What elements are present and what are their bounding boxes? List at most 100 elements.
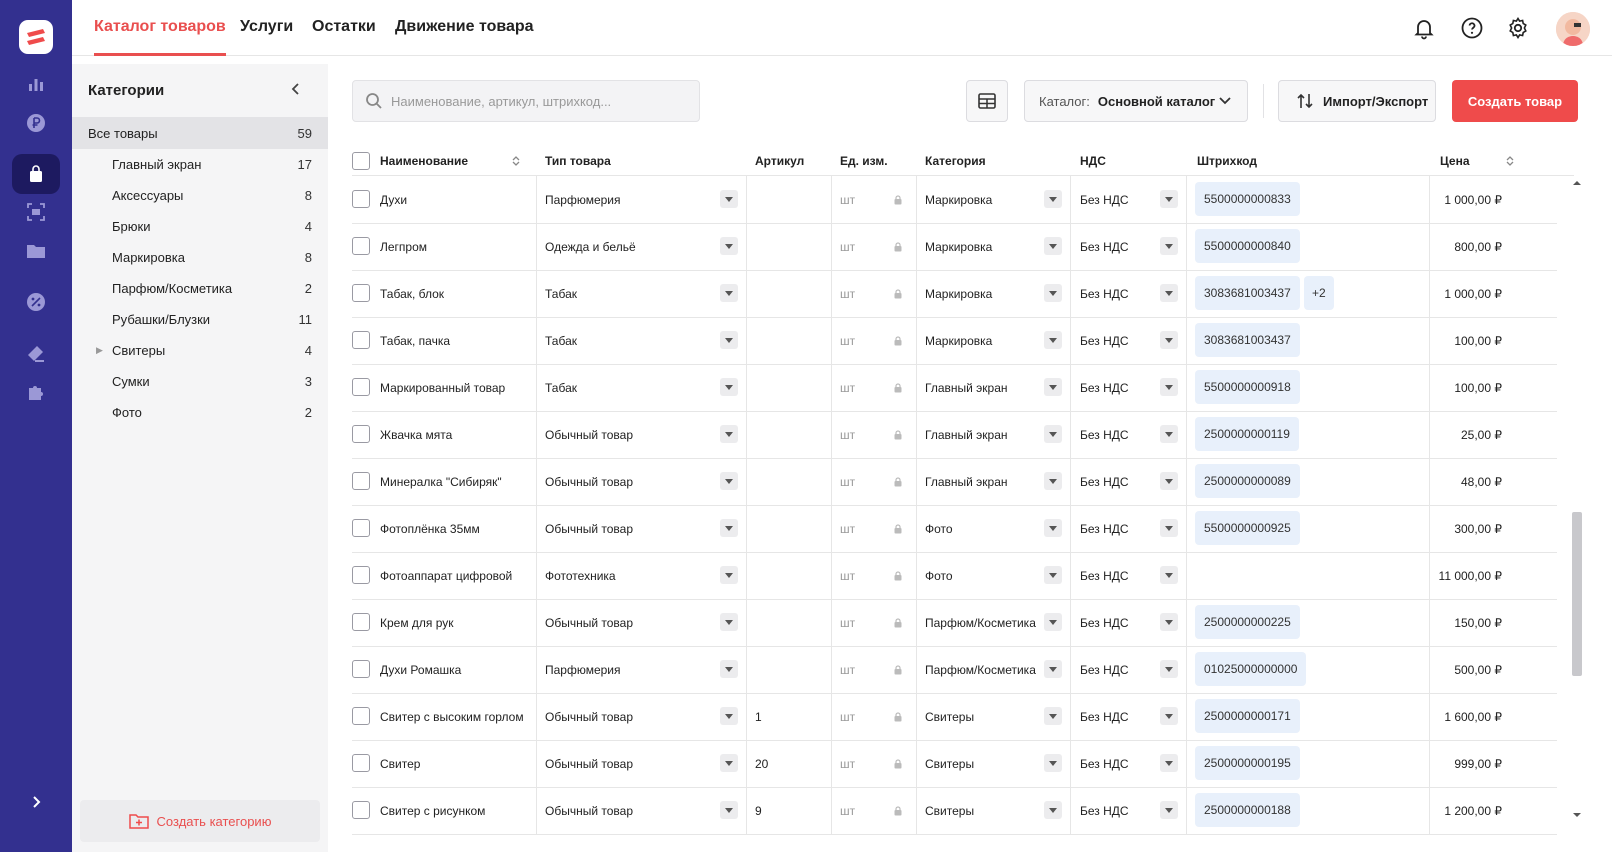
category-dropdown-icon[interactable] [1044,425,1062,443]
barcode-chip[interactable]: 2500000000119 [1195,417,1299,451]
table-row[interactable]: Фотоаппарат цифровой Фототехника шт Фото Без… [352,552,1557,600]
product-name[interactable]: Минералка "Сибиряк" [380,458,530,506]
select-all-checkbox[interactable] [352,152,370,170]
row-checkbox[interactable] [352,425,370,443]
row-checkbox[interactable] [352,566,370,584]
category-dropdown-icon[interactable] [1044,754,1062,772]
product-price[interactable]: 1 600,00 ₽ [1366,693,1516,741]
category-item[interactable]: Сумки 3 [72,365,328,397]
barcode-chip[interactable]: 5500000000918 [1195,370,1300,404]
ticket-icon[interactable] [12,333,60,373]
tab-catalog[interactable]: Каталог товаров [94,18,226,56]
type-dropdown-icon[interactable] [720,613,738,631]
category-item[interactable]: Рубашки/Блузки 11 [72,303,328,335]
type-dropdown-icon[interactable] [720,754,738,772]
table-row[interactable]: Свитер с рисунком Обычный товар 9 шт Свитеры… [352,787,1557,835]
product-name[interactable]: Свитер с рисунком [380,787,530,835]
expand-arrow-icon[interactable]: ▶ [96,345,103,356]
table-row[interactable]: Минералка "Сибиряк" Обычный товар шт Главны… [352,458,1557,506]
table-row[interactable]: Духи Ромашка Парфюмерия шт Парфюм/Косметика… [352,646,1557,694]
sort-icon[interactable] [512,155,520,167]
category-item[interactable]: Брюки 4 [72,210,328,242]
vat-dropdown-icon[interactable] [1160,190,1178,208]
row-checkbox[interactable] [352,519,370,537]
barcode-chip[interactable]: 2500000000089 [1195,464,1300,498]
barcode-chip[interactable]: 01025000000000 [1195,652,1307,686]
product-name[interactable]: Фотоаппарат цифровой [380,552,530,600]
product-price[interactable]: 300,00 ₽ [1366,505,1516,553]
vat-dropdown-icon[interactable] [1160,378,1178,396]
barcode-chip[interactable]: 2500000000171 [1195,699,1300,733]
scroll-up-icon[interactable] [1570,178,1584,188]
table-row[interactable]: Табак, пачка Табак шт Маркировка Без НДС 3083… [352,317,1557,365]
vat-dropdown-icon[interactable] [1160,613,1178,631]
type-dropdown-icon[interactable] [720,378,738,396]
tab-services[interactable]: Услуги [240,18,293,36]
barcode-chip[interactable]: 3083681003437 [1195,276,1300,310]
product-price[interactable]: 100,00 ₽ [1366,364,1516,412]
category-item[interactable]: Маркировка 8 [72,241,328,273]
type-dropdown-icon[interactable] [720,331,738,349]
category-item[interactable]: Аксессуары 8 [72,179,328,211]
product-price[interactable]: 800,00 ₽ [1366,223,1516,271]
category-item[interactable]: Все товары 59 [72,117,328,149]
logo-icon[interactable] [19,20,53,54]
type-dropdown-icon[interactable] [720,707,738,725]
table-row[interactable]: Свитер с высоким горлом Обычный товар 1 шт С… [352,693,1557,741]
barcode-more-chip[interactable]: +2 [1304,276,1334,310]
product-name[interactable]: Легпром [380,223,530,271]
product-sku[interactable]: 1 [755,693,762,741]
category-dropdown-icon[interactable] [1044,378,1062,396]
category-dropdown-icon[interactable] [1044,613,1062,631]
row-checkbox[interactable] [352,331,370,349]
discount-icon[interactable] [12,282,60,322]
category-item[interactable]: Главный экран 17 [72,148,328,180]
search-input[interactable] [391,93,681,109]
type-dropdown-icon[interactable] [720,660,738,678]
table-row[interactable]: Жвачка мята Обычный товар шт Главный экран Б… [352,411,1557,459]
avatar[interactable] [1556,12,1590,46]
chart-icon[interactable] [12,64,60,104]
create-category-button[interactable]: Создать категорию [80,800,320,842]
table-row[interactable]: Свитер Обычный товар 20 шт Свитеры Без НДС 250… [352,740,1557,788]
vat-dropdown-icon[interactable] [1160,472,1178,490]
category-item[interactable]: Фото 2 [72,396,328,428]
barcode-chip[interactable]: 5500000000925 [1195,511,1300,545]
table-scrollbar[interactable] [1570,176,1584,842]
vat-dropdown-icon[interactable] [1160,754,1178,772]
barcode-chip[interactable]: 5500000000833 [1195,182,1300,216]
vat-dropdown-icon[interactable] [1160,707,1178,725]
scan-icon[interactable] [12,192,60,232]
expand-icon[interactable] [12,782,60,822]
product-name[interactable]: Маркированный товар [380,364,530,412]
product-price[interactable]: 11 000,00 ₽ [1366,552,1516,600]
type-dropdown-icon[interactable] [720,519,738,537]
product-price[interactable]: 25,00 ₽ [1366,411,1516,459]
row-checkbox[interactable] [352,378,370,396]
create-product-button[interactable]: Создать товар [1452,80,1578,122]
barcode-chip[interactable]: 5500000000840 [1195,229,1300,263]
type-dropdown-icon[interactable] [720,472,738,490]
bell-icon[interactable] [1412,16,1436,40]
table-row[interactable]: Легпром Одежда и бельё шт Маркировка Без НДС… [352,223,1557,271]
vat-dropdown-icon[interactable] [1160,425,1178,443]
table-row[interactable]: Маркированный товар Табак шт Главный экран Б… [352,364,1557,412]
vat-dropdown-icon[interactable] [1160,237,1178,255]
product-name[interactable]: Жвачка мята [380,411,530,459]
product-price[interactable]: 1 200,00 ₽ [1366,787,1516,835]
header-name[interactable]: Наименование [380,154,468,168]
product-sku[interactable]: 9 [755,787,762,835]
import-export-button[interactable]: Импорт/Экспорт [1278,80,1436,122]
product-name[interactable]: Свитер с высоким горлом [380,693,530,741]
help-icon[interactable] [1460,16,1484,40]
product-name[interactable]: Духи Ромашка [380,646,530,694]
folder-icon[interactable] [12,231,60,271]
type-dropdown-icon[interactable] [720,566,738,584]
product-name[interactable]: Крем для рук [380,599,530,647]
tab-stock[interactable]: Остатки [312,18,376,36]
header-price[interactable]: Цена [1440,154,1470,168]
catalog-select[interactable]: Каталог: Основной каталог [1024,80,1248,122]
product-price[interactable]: 1 000,00 ₽ [1366,176,1516,224]
product-name[interactable]: Духи [380,176,530,224]
category-dropdown-icon[interactable] [1044,801,1062,819]
